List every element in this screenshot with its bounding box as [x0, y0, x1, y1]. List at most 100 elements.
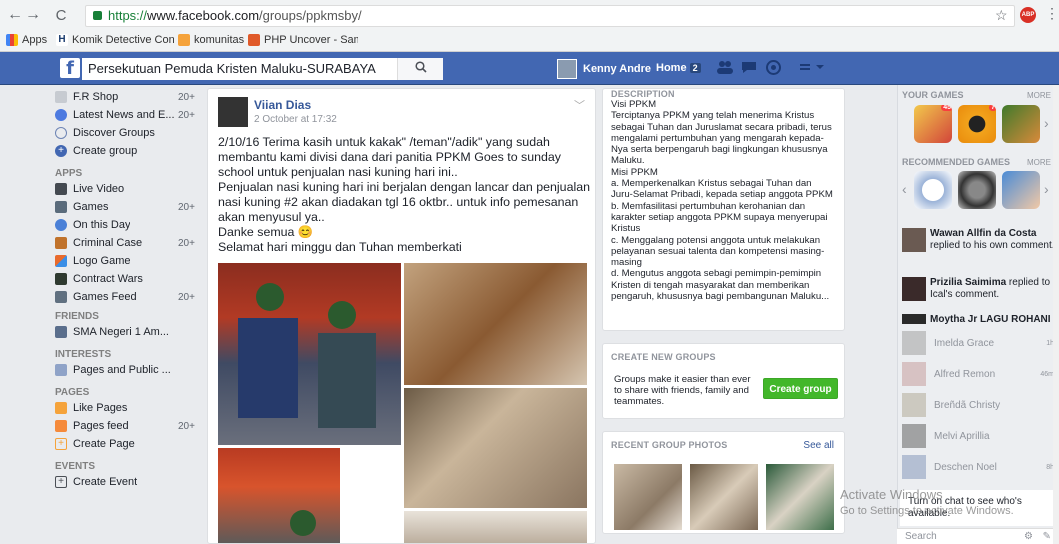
chevron-left-icon[interactable]: ‹ [902, 181, 907, 197]
search-input[interactable]: Persekutuan Pemuda Kristen Maluku-SURABA… [82, 58, 397, 80]
chat-contact[interactable]: Imelda Grace 1h [902, 329, 1058, 357]
nav-item-contract-wars[interactable]: Contract Wars [55, 270, 205, 288]
plus-icon: + [55, 145, 67, 157]
description-line: b. Memfasilitasi pertumbuhan kerohanian … [611, 200, 828, 235]
post-photo-2[interactable] [404, 263, 587, 385]
home-link[interactable]: Home 2 [656, 62, 701, 74]
notification-item[interactable]: Wawan Allfin da Costa replied to his own… [902, 228, 1059, 252]
nav-item-pages-public[interactable]: Pages and Public ... [55, 361, 205, 379]
notification-item[interactable]: Moytha Jr LAGU ROHANI [902, 314, 1059, 324]
bookmark-komunitas[interactable]: komunitas [178, 34, 244, 46]
left-navigation: F.R Shop 20+ Latest News and E... 20+ Disc… [55, 88, 205, 491]
recent-photo[interactable] [690, 464, 758, 530]
chevron-right-icon[interactable]: › [1044, 181, 1049, 197]
nav-item-discover-groups[interactable]: Discover Groups [55, 124, 205, 142]
game-tile[interactable] [914, 171, 952, 209]
nav-item-on-this-day[interactable]: On this Day [55, 216, 205, 234]
facebook-header: f Persekutuan Pemuda Kristen Maluku-SURA… [0, 52, 1059, 85]
post-photo-5[interactable] [404, 511, 587, 543]
nav-item-create-event[interactable]: + Create Event [55, 473, 205, 491]
bookmark-php[interactable]: PHP Uncover - Sampl [248, 34, 358, 46]
post-author[interactable]: Viian Dias [254, 98, 311, 112]
post-timestamp[interactable]: 2 October at 17:32 [254, 114, 337, 125]
create-groups-text: Groups make it easier than ever to share… [614, 374, 751, 407]
see-all-link[interactable]: See all [803, 440, 834, 451]
nav-item-logo-game[interactable]: Logo Game [55, 252, 205, 270]
description-line: d. Mengutus anggota sebagi pemimpin-pemi… [611, 268, 830, 303]
bookmark-apps[interactable]: Apps [6, 34, 47, 46]
scrollbar[interactable] [1053, 85, 1059, 544]
more-link[interactable]: MORE [1027, 158, 1051, 167]
chevron-down-icon[interactable]: ﹀ [574, 97, 585, 113]
post-line: Selamat hari minggu dan Tuhan memberkati [218, 240, 462, 254]
your-games-heading: YOUR GAMES [902, 90, 964, 100]
chat-search-input[interactable]: Search ⚙ ✎ [897, 528, 1059, 544]
recent-photos-title: RECENT GROUP PHOTOS [611, 440, 728, 450]
helmet-shape [290, 510, 316, 536]
post-photo-3[interactable] [404, 388, 587, 508]
game-tile[interactable] [1002, 105, 1040, 143]
game-tile[interactable] [1002, 171, 1040, 209]
avatar [902, 362, 926, 386]
plus-icon: + [55, 438, 67, 450]
chat-contact[interactable]: Deschen Noel 8h [902, 453, 1058, 481]
nav-item-sma-negeri[interactable]: SMA Negeri 1 Am... [55, 323, 205, 341]
nav-item-create-page[interactable]: + Create Page [55, 435, 205, 453]
search-icon[interactable] [397, 58, 443, 80]
nav-item-games-feed[interactable]: Games Feed 20+ [55, 288, 205, 306]
nav-item-create-group[interactable]: + Create group [55, 142, 205, 160]
forward-button[interactable]: → [24, 6, 42, 24]
adblock-icon[interactable]: ABP [1020, 7, 1036, 23]
post-photo-4[interactable] [218, 448, 340, 543]
back-button[interactable]: ← [6, 6, 24, 24]
chat-contact[interactable]: Breñdã Christy [902, 391, 1058, 419]
nav-item-latest-news[interactable]: Latest News and E... 20+ [55, 106, 205, 124]
recent-photo[interactable] [766, 464, 834, 530]
recent-photo[interactable] [614, 464, 682, 530]
live-video-icon [55, 183, 67, 195]
create-group-button[interactable]: Create group [763, 378, 838, 399]
friend-list-icon [55, 326, 67, 338]
nav-item-fr-shop[interactable]: F.R Shop 20+ [55, 88, 205, 106]
nav-item-criminal-case[interactable]: Criminal Case 20+ [55, 234, 205, 252]
compose-icon[interactable]: ✎ [1043, 529, 1051, 544]
friend-requests-icon[interactable] [716, 60, 734, 76]
gear-icon[interactable]: ⚙ [1024, 529, 1033, 544]
menu-dots-icon[interactable]: ⋮ [1045, 5, 1059, 22]
chat-contact[interactable]: Melvi Aprillia [902, 422, 1058, 450]
chat-off-banner[interactable]: Turn on chat to see who's available. [900, 490, 1059, 526]
reload-button[interactable]: C [52, 7, 70, 24]
nav-item-live-video[interactable]: Live Video [55, 180, 205, 198]
address-bar[interactable]: https://www.facebook.com/groups/ppkmsby/ [85, 5, 1015, 27]
more-link[interactable]: MORE [1027, 91, 1051, 100]
facebook-logo-icon[interactable]: f [60, 58, 80, 79]
notification-item[interactable]: Prizilia Saimima replied to Ical's comme… [902, 277, 1059, 301]
create-groups-title: CREATE NEW GROUPS [611, 352, 716, 362]
post-photo-1[interactable] [218, 263, 401, 445]
bookmark-star-icon[interactable]: ☆ [995, 7, 1008, 24]
avatar [902, 455, 926, 479]
game-tile[interactable]: 45 [914, 105, 952, 143]
game-tile[interactable] [958, 171, 996, 209]
avatar [902, 393, 926, 417]
nav-item-pages-feed[interactable]: Pages feed 20+ [55, 417, 205, 435]
bookmark-komik[interactable]: H Komik Detective Con [56, 34, 174, 46]
flag-icon [55, 402, 67, 414]
chevron-right-icon[interactable]: › [1044, 115, 1049, 131]
messages-icon[interactable] [740, 60, 758, 76]
nav-item-like-pages[interactable]: Like Pages [55, 399, 205, 417]
nav-item-games[interactable]: Games 20+ [55, 198, 205, 216]
news-icon [55, 109, 67, 121]
game-badge: 7 [989, 105, 996, 111]
avatar[interactable] [218, 97, 248, 127]
chat-contact[interactable]: Alfred Remon 46m [902, 360, 1058, 388]
profile-link[interactable]: Kenny Andre [557, 59, 651, 79]
game-tile-8-ball[interactable]: 7 [958, 105, 996, 143]
post-line: Penjualan nasi kuning hari ini berjalan … [218, 180, 590, 224]
interests-heading: INTERESTS [55, 349, 112, 360]
notifications-globe-icon[interactable] [764, 60, 782, 76]
compass-icon [55, 127, 67, 139]
settings-menu-icon[interactable] [797, 60, 833, 76]
post-line: Danke semua 😊 [218, 225, 314, 239]
apps-heading: APPS [55, 168, 83, 179]
